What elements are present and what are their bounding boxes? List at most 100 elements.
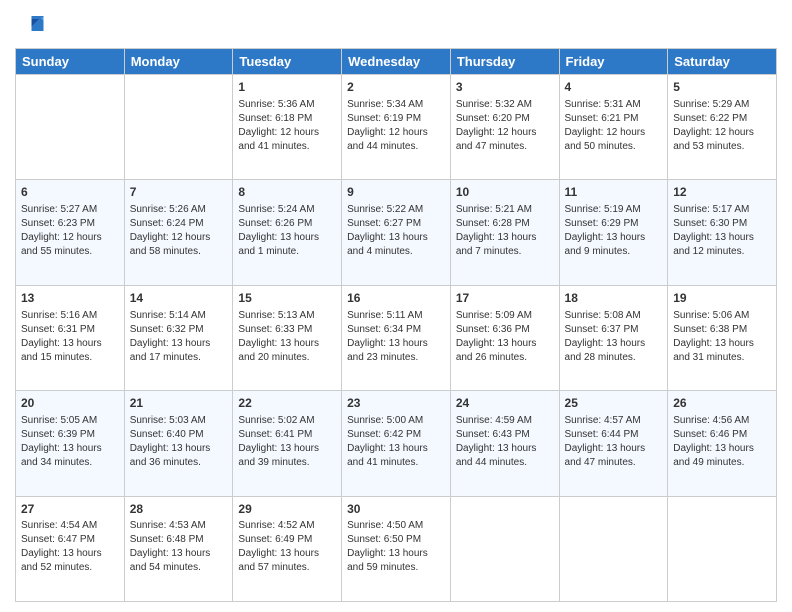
calendar-cell: 23Sunrise: 5:00 AMSunset: 6:42 PMDayligh… <box>342 391 451 496</box>
day-number: 21 <box>130 395 228 412</box>
day-header-tuesday: Tuesday <box>233 49 342 75</box>
calendar-cell: 7Sunrise: 5:26 AMSunset: 6:24 PMDaylight… <box>124 180 233 285</box>
daylight-text: Daylight: 13 hours and 41 minutes. <box>347 442 445 470</box>
day-number: 30 <box>347 501 445 518</box>
calendar-cell: 20Sunrise: 5:05 AMSunset: 6:39 PMDayligh… <box>16 391 125 496</box>
calendar-cell <box>16 75 125 180</box>
daylight-text: Daylight: 12 hours and 41 minutes. <box>238 126 336 154</box>
day-number: 22 <box>238 395 336 412</box>
sunset-text: Sunset: 6:30 PM <box>673 217 771 231</box>
daylight-text: Daylight: 13 hours and 4 minutes. <box>347 231 445 259</box>
daylight-text: Daylight: 13 hours and 47 minutes. <box>565 442 663 470</box>
sunrise-text: Sunrise: 4:56 AM <box>673 414 771 428</box>
calendar-week-row: 27Sunrise: 4:54 AMSunset: 6:47 PMDayligh… <box>16 496 777 601</box>
calendar-cell: 14Sunrise: 5:14 AMSunset: 6:32 PMDayligh… <box>124 285 233 390</box>
day-number: 18 <box>565 290 663 307</box>
sunset-text: Sunset: 6:34 PM <box>347 323 445 337</box>
sunrise-text: Sunrise: 5:16 AM <box>21 309 119 323</box>
calendar-cell: 5Sunrise: 5:29 AMSunset: 6:22 PMDaylight… <box>668 75 777 180</box>
calendar-cell: 8Sunrise: 5:24 AMSunset: 6:26 PMDaylight… <box>233 180 342 285</box>
daylight-text: Daylight: 13 hours and 59 minutes. <box>347 547 445 575</box>
sunrise-text: Sunrise: 5:24 AM <box>238 203 336 217</box>
day-number: 15 <box>238 290 336 307</box>
daylight-text: Daylight: 13 hours and 39 minutes. <box>238 442 336 470</box>
daylight-text: Daylight: 13 hours and 54 minutes. <box>130 547 228 575</box>
day-number: 10 <box>456 184 554 201</box>
daylight-text: Daylight: 13 hours and 9 minutes. <box>565 231 663 259</box>
day-number: 28 <box>130 501 228 518</box>
daylight-text: Daylight: 13 hours and 28 minutes. <box>565 337 663 365</box>
calendar-cell: 15Sunrise: 5:13 AMSunset: 6:33 PMDayligh… <box>233 285 342 390</box>
sunset-text: Sunset: 6:46 PM <box>673 428 771 442</box>
sunrise-text: Sunrise: 5:22 AM <box>347 203 445 217</box>
calendar-cell: 27Sunrise: 4:54 AMSunset: 6:47 PMDayligh… <box>16 496 125 601</box>
calendar-week-row: 20Sunrise: 5:05 AMSunset: 6:39 PMDayligh… <box>16 391 777 496</box>
day-number: 25 <box>565 395 663 412</box>
sunset-text: Sunset: 6:33 PM <box>238 323 336 337</box>
calendar-cell: 16 Sunrise: 5:11 AMSunset: 6:34 PMDayligh… <box>342 285 451 390</box>
day-number: 17 <box>456 290 554 307</box>
sunrise-text: Sunrise: 5:26 AM <box>130 203 228 217</box>
sunrise-text: Sunrise: 5:29 AM <box>673 98 771 112</box>
daylight-text: Daylight: 13 hours and 23 minutes. <box>347 337 445 365</box>
calendar-cell: 10Sunrise: 5:21 AMSunset: 6:28 PMDayligh… <box>450 180 559 285</box>
calendar-cell: 6Sunrise: 5:27 AMSunset: 6:23 PMDaylight… <box>16 180 125 285</box>
daylight-text: Daylight: 13 hours and 36 minutes. <box>130 442 228 470</box>
day-number: 1 <box>238 79 336 96</box>
daylight-text: Daylight: 13 hours and 1 minute. <box>238 231 336 259</box>
day-number: 26 <box>673 395 771 412</box>
calendar-cell: 18Sunrise: 5:08 AMSunset: 6:37 PMDayligh… <box>559 285 668 390</box>
sunset-text: Sunset: 6:48 PM <box>130 533 228 547</box>
sunset-text: Sunset: 6:22 PM <box>673 112 771 126</box>
daylight-text: Daylight: 13 hours and 15 minutes. <box>21 337 119 365</box>
day-number: 19 <box>673 290 771 307</box>
calendar-cell: 19Sunrise: 5:06 AMSunset: 6:38 PMDayligh… <box>668 285 777 390</box>
sunrise-text: Sunrise: 5:14 AM <box>130 309 228 323</box>
daylight-text: Daylight: 13 hours and 34 minutes. <box>21 442 119 470</box>
sunset-text: Sunset: 6:26 PM <box>238 217 336 231</box>
sunrise-text: Sunrise: 5:03 AM <box>130 414 228 428</box>
calendar-week-row: 13Sunrise: 5:16 AMSunset: 6:31 PMDayligh… <box>16 285 777 390</box>
sunset-text: Sunset: 6:37 PM <box>565 323 663 337</box>
calendar-cell: 13Sunrise: 5:16 AMSunset: 6:31 PMDayligh… <box>16 285 125 390</box>
daylight-text: Daylight: 13 hours and 26 minutes. <box>456 337 554 365</box>
day-header-thursday: Thursday <box>450 49 559 75</box>
daylight-text: Daylight: 12 hours and 58 minutes. <box>130 231 228 259</box>
calendar-cell: 29Sunrise: 4:52 AMSunset: 6:49 PMDayligh… <box>233 496 342 601</box>
sunrise-text: Sunrise: 5:05 AM <box>21 414 119 428</box>
day-number: 9 <box>347 184 445 201</box>
day-header-friday: Friday <box>559 49 668 75</box>
sunrise-text: Sunrise: 5:34 AM <box>347 98 445 112</box>
day-number: 29 <box>238 501 336 518</box>
header <box>15 10 777 40</box>
sunrise-text: Sunrise: 4:57 AM <box>565 414 663 428</box>
day-header-wednesday: Wednesday <box>342 49 451 75</box>
day-header-sunday: Sunday <box>16 49 125 75</box>
sunset-text: Sunset: 6:18 PM <box>238 112 336 126</box>
sunrise-text: Sunrise: 5:31 AM <box>565 98 663 112</box>
day-number: 27 <box>21 501 119 518</box>
calendar-cell <box>668 496 777 601</box>
sunset-text: Sunset: 6:38 PM <box>673 323 771 337</box>
daylight-text: Daylight: 13 hours and 7 minutes. <box>456 231 554 259</box>
sunset-text: Sunset: 6:49 PM <box>238 533 336 547</box>
calendar-week-row: 6Sunrise: 5:27 AMSunset: 6:23 PMDaylight… <box>16 180 777 285</box>
calendar-week-row: 1Sunrise: 5:36 AMSunset: 6:18 PMDaylight… <box>16 75 777 180</box>
calendar-cell: 26 Sunrise: 4:56 AMSunset: 6:46 PMDayligh… <box>668 391 777 496</box>
calendar-cell: 25Sunrise: 4:57 AMSunset: 6:44 PMDayligh… <box>559 391 668 496</box>
day-number: 16 <box>347 290 445 307</box>
day-number: 5 <box>673 79 771 96</box>
calendar-cell: 2Sunrise: 5:34 AMSunset: 6:19 PMDaylight… <box>342 75 451 180</box>
sunrise-text: Sunrise: 5:11 AM <box>347 309 445 323</box>
sunrise-text: Sunrise: 5:06 AM <box>673 309 771 323</box>
calendar-cell <box>559 496 668 601</box>
sunrise-text: Sunrise: 5:27 AM <box>21 203 119 217</box>
sunrise-text: Sunrise: 5:13 AM <box>238 309 336 323</box>
sunset-text: Sunset: 6:42 PM <box>347 428 445 442</box>
calendar-cell: 4Sunrise: 5:31 AMSunset: 6:21 PMDaylight… <box>559 75 668 180</box>
day-number: 24 <box>456 395 554 412</box>
calendar-cell: 22Sunrise: 5:02 AMSunset: 6:41 PMDayligh… <box>233 391 342 496</box>
page: SundayMondayTuesdayWednesdayThursdayFrid… <box>0 0 792 612</box>
daylight-text: Daylight: 13 hours and 49 minutes. <box>673 442 771 470</box>
day-header-monday: Monday <box>124 49 233 75</box>
